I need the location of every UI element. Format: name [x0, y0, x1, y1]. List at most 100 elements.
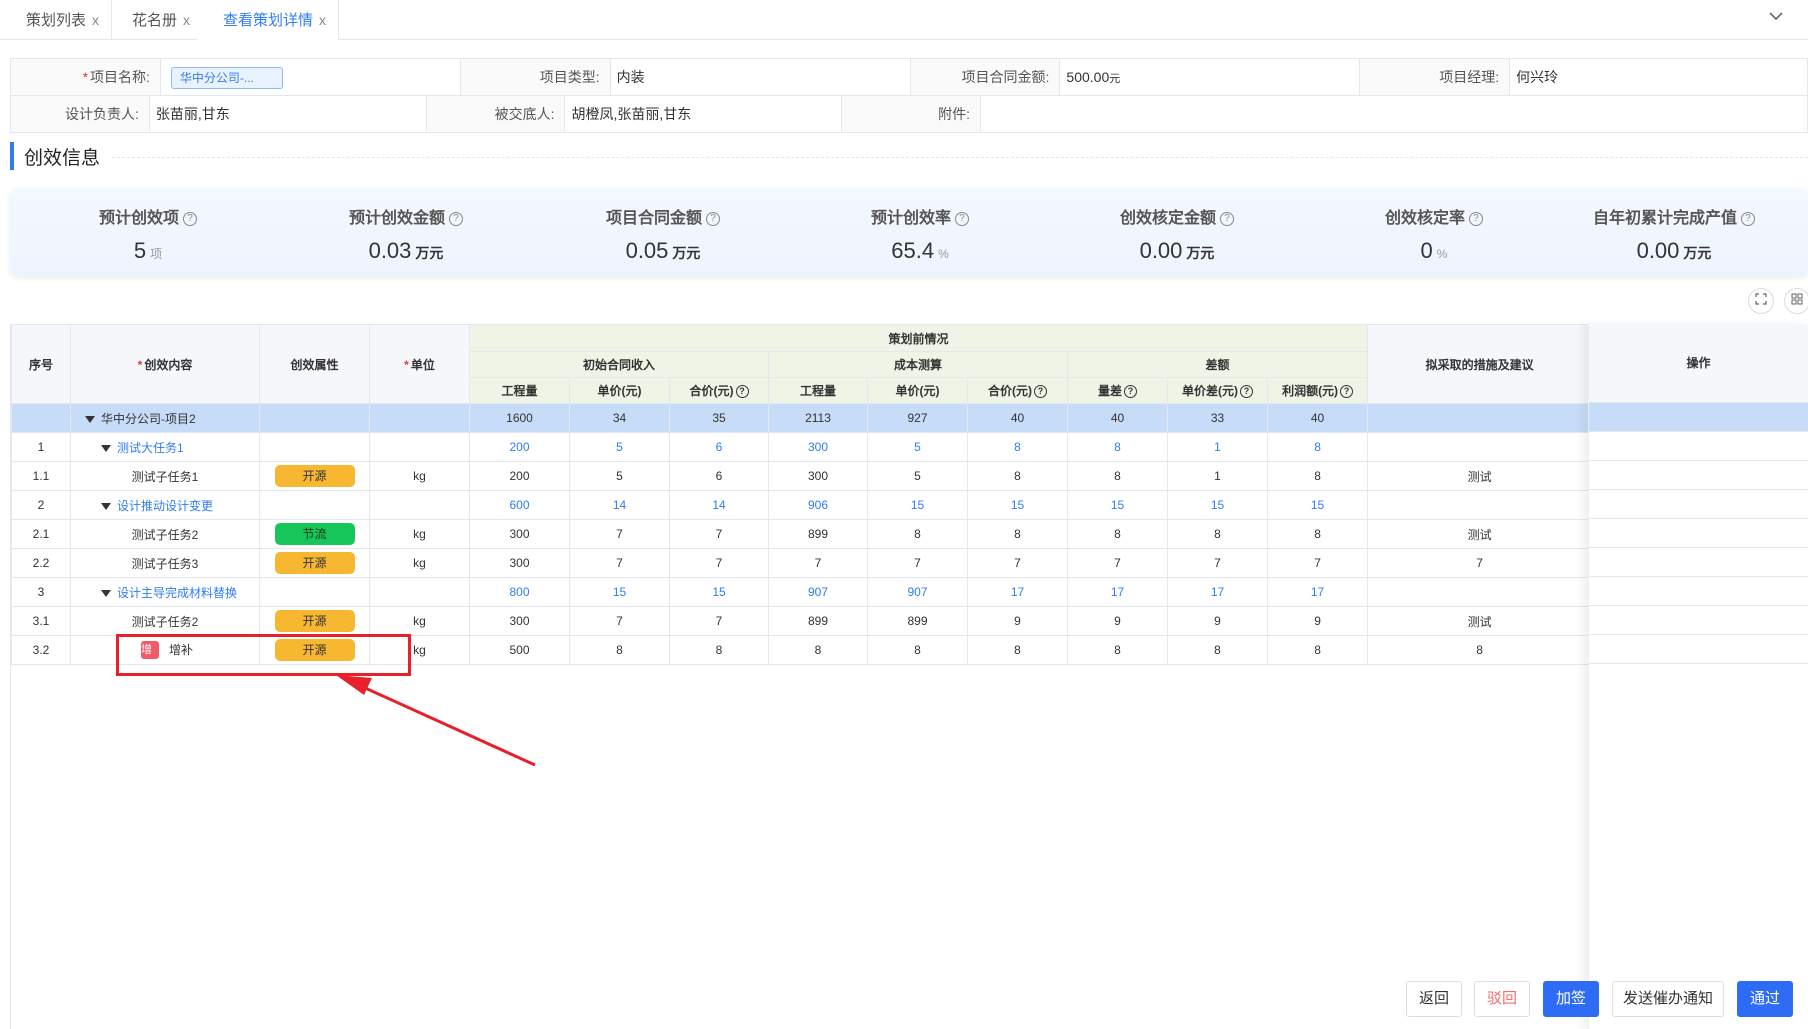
row-content-text[interactable]: 测试大任务1 [117, 441, 184, 455]
op-cell [1589, 490, 1808, 519]
row-value: 8 [1067, 635, 1168, 665]
row-value: 300 [768, 461, 868, 491]
row-seq: 2.2 [11, 548, 71, 578]
col-attr: 创效属性 [259, 324, 370, 404]
table-row[interactable]: 华中分公司-项目2 1600 34 35 2113 927 40 40 33 40 [11, 403, 1593, 433]
row-measures: 7 [1367, 548, 1593, 578]
project-name-value: 华中分公司-... [160, 59, 461, 96]
tab-roster[interactable]: 花名册 x [106, 0, 204, 40]
fullscreen-icon[interactable] [1748, 288, 1774, 314]
row-value: 8 [1067, 432, 1168, 462]
attachment-value[interactable] [981, 96, 1808, 133]
contract-amount-label: 项目合同金额: [910, 59, 1061, 96]
col-profit: 利润额(元)? [1266, 377, 1369, 404]
row-value: 9 [1067, 606, 1168, 636]
row-unit: kg [369, 548, 470, 578]
row-value: 8 [1266, 461, 1369, 491]
close-icon[interactable]: x [183, 12, 190, 28]
row-unit: kg [369, 461, 470, 491]
op-cell [1589, 403, 1808, 432]
help-icon[interactable]: ? [449, 211, 463, 226]
row-value: 8 [867, 519, 968, 549]
row-attr: 开源 [259, 606, 370, 636]
handover-label: 被交底人: [426, 96, 566, 133]
stat-expected-items: 预计创效项? 5项 [18, 204, 278, 264]
expand-caret-icon[interactable] [101, 589, 111, 597]
row-attr: 开源 [259, 548, 370, 578]
col-unit-price2: 单价(元) [867, 377, 968, 404]
row-value: 14 [669, 490, 769, 520]
row-value: 15 [1067, 490, 1168, 520]
divider [112, 157, 1808, 158]
row-value: 7 [967, 548, 1068, 578]
row-value: 899 [768, 519, 868, 549]
row-value: 5 [569, 461, 670, 491]
tab-label: 查看策划详情 [223, 12, 314, 29]
row-value: 8 [967, 432, 1068, 462]
row-value: 15 [967, 490, 1068, 520]
row-measures [1367, 403, 1593, 433]
row-value: 7 [569, 519, 670, 549]
row-content-text: 测试子任务2 [131, 527, 199, 542]
row-value: 40 [1067, 403, 1168, 433]
add-sign-button[interactable]: 加签 [1543, 981, 1599, 1017]
send-reminder-button[interactable]: 发送催办通知 [1612, 981, 1724, 1017]
expand-caret-icon[interactable] [101, 444, 111, 452]
help-icon[interactable]: ? [183, 211, 197, 226]
help-icon[interactable]: ? [1220, 211, 1234, 226]
col-qty2: 工程量 [768, 377, 868, 404]
project-name-chip[interactable]: 华中分公司-... [170, 67, 283, 90]
row-content: 设计推动设计变更 [70, 490, 260, 520]
row-measures: 测试 [1367, 606, 1593, 636]
row-value: 907 [867, 577, 968, 607]
tab-bar: 策划列表 x 花名册 x 查看策划详情 x [0, 0, 1808, 40]
help-icon: ? [1340, 385, 1354, 399]
row-value: 300 [469, 548, 570, 578]
section-title: 创效信息 [10, 141, 100, 171]
row-value: 500 [469, 635, 570, 665]
row-value: 17 [1067, 577, 1168, 607]
row-value: 7 [669, 606, 769, 636]
chevron-down-icon[interactable] [1768, 8, 1784, 26]
row-measures [1367, 490, 1593, 520]
row-content: 测试子任务2 [70, 606, 260, 636]
row-value: 5 [569, 432, 670, 462]
table-row[interactable]: 2 设计推动设计变更 600 14 14 906 15 15 15 15 15 [11, 490, 1593, 520]
table-row[interactable]: 3.1 测试子任务2 开源 kg 300 7 7 899 899 9 9 9 9 测试 [11, 606, 1593, 636]
table-row[interactable]: 2.1 测试子任务2 节流 kg 300 7 7 899 8 8 8 8 8 测试 [11, 519, 1593, 549]
row-value: 8 [967, 461, 1068, 491]
help-icon[interactable]: ? [955, 211, 969, 226]
expand-caret-icon[interactable] [85, 415, 95, 423]
col-initial-income: 初始合同收入 [469, 351, 769, 378]
expand-caret-icon[interactable] [101, 502, 111, 510]
table-row[interactable]: 1.1 测试子任务1 开源 kg 200 5 6 300 5 8 8 1 8 测试 [11, 461, 1593, 491]
reject-button[interactable]: 驳回 [1474, 981, 1530, 1017]
tab-plan-list[interactable]: 策划列表 x [0, 0, 113, 40]
tab-plan-detail[interactable]: 查看策划详情 x [197, 0, 340, 40]
op-cell [1589, 635, 1808, 664]
row-value: 15 [1266, 490, 1369, 520]
back-button[interactable]: 返回 [1406, 981, 1462, 1017]
row-unit [369, 577, 470, 607]
approve-button[interactable]: 通过 [1737, 981, 1793, 1017]
row-value: 9 [967, 606, 1068, 636]
op-cell [1589, 519, 1808, 548]
table-row[interactable]: 2.2 测试子任务3 开源 kg 300 7 7 7 7 7 7 7 7 7 [11, 548, 1593, 578]
row-value: 15 [1167, 490, 1268, 520]
table-row[interactable]: 1 测试大任务1 200 5 6 300 5 8 8 1 8 [11, 432, 1593, 462]
row-content-text[interactable]: 设计主导完成材料替换 [117, 586, 237, 600]
row-seq: 3 [11, 577, 71, 607]
close-icon[interactable]: x [319, 12, 326, 28]
help-icon[interactable]: ? [706, 211, 720, 226]
row-value: 8 [867, 635, 968, 665]
grid-icon[interactable] [1784, 288, 1808, 314]
row-value: 17 [1167, 577, 1268, 607]
help-icon[interactable]: ? [1469, 211, 1483, 226]
row-content-text[interactable]: 设计推动设计变更 [117, 499, 213, 513]
col-unit-price: 单价(元) [569, 377, 670, 404]
table-row[interactable]: 3 设计主导完成材料替换 800 15 15 907 907 17 17 17 17 [11, 577, 1593, 607]
op-cell [1589, 577, 1808, 606]
help-icon[interactable]: ? [1741, 211, 1755, 226]
op-cell [1589, 432, 1808, 461]
close-icon[interactable]: x [92, 12, 99, 28]
